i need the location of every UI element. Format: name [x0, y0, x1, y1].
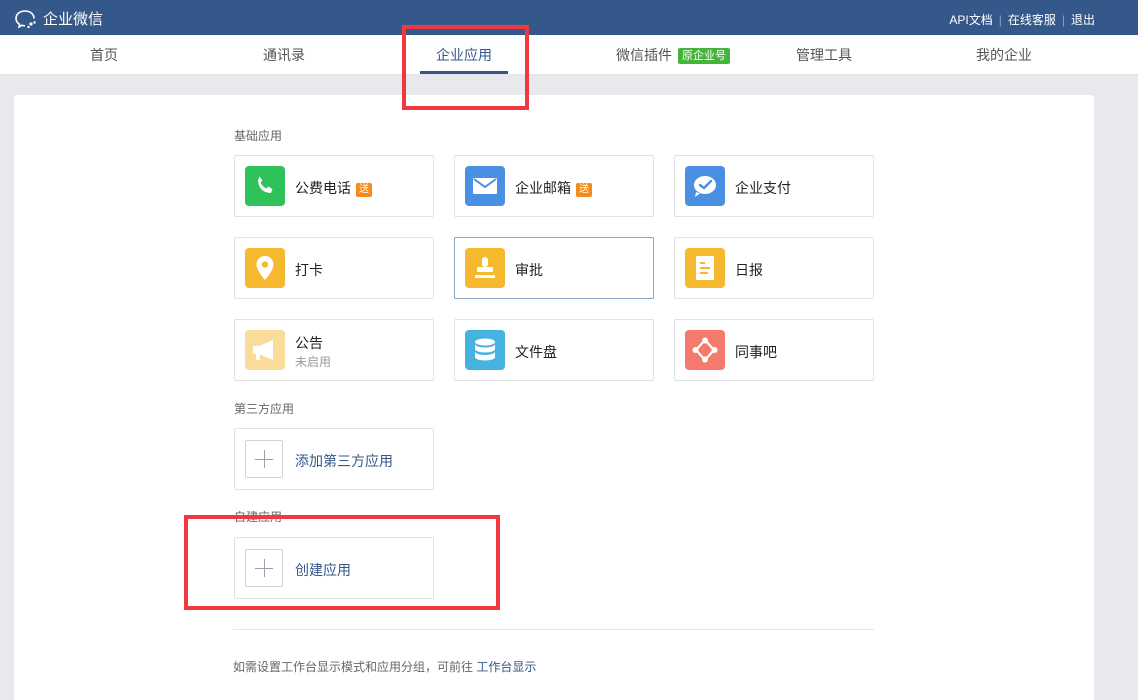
megaphone-icon	[245, 330, 285, 370]
online-support-link[interactable]: 在线客服	[1008, 11, 1056, 28]
stamp-icon	[465, 248, 505, 288]
phone-icon	[245, 166, 285, 206]
nav-home[interactable]: 首页	[90, 35, 118, 75]
divider	[233, 629, 874, 630]
app-name: 企业支付	[735, 180, 791, 196]
location-pin-icon	[245, 248, 285, 288]
network-icon	[685, 330, 725, 370]
plus-icon	[245, 440, 283, 478]
highlight-box	[402, 25, 529, 110]
gift-badge: 送	[356, 183, 372, 197]
add-third-party-app-button[interactable]: 添加第三方应用	[234, 428, 434, 490]
app-name: 公费电话送	[295, 178, 372, 198]
report-icon	[685, 248, 725, 288]
app-card-file-disk[interactable]: 文件盘	[454, 319, 654, 381]
app-name: 打卡	[295, 262, 323, 278]
highlight-box	[184, 515, 500, 610]
app-card-public-phone[interactable]: 公费电话送	[234, 155, 434, 217]
app-name: 公告	[295, 335, 323, 351]
app-name: 同事吧	[735, 344, 777, 360]
section-third-party-apps: 第三方应用	[234, 402, 295, 416]
nav-wechat-plugin-label: 微信插件	[616, 47, 672, 63]
app-card-checkin[interactable]: 打卡	[234, 237, 434, 299]
brand-logo[interactable]: 企业微信	[15, 8, 103, 29]
separator: |	[998, 12, 1002, 27]
main-nav: 首页 通讯录 企业应用 微信插件 原企业号 管理工具 我的企业	[0, 35, 1138, 75]
logout-link[interactable]: 退出	[1071, 11, 1095, 28]
nav-admin-tools[interactable]: 管理工具	[796, 35, 852, 75]
app-card-enterprise-pay[interactable]: 企业支付	[674, 155, 874, 217]
api-docs-link[interactable]: API文档	[949, 11, 992, 28]
gift-badge: 送	[576, 183, 592, 197]
mail-icon	[465, 166, 505, 206]
workbench-display-link[interactable]: 工作台显示	[476, 660, 536, 674]
section-basic-apps: 基础应用	[234, 129, 283, 143]
wecom-logo-icon	[15, 9, 36, 29]
add-third-party-label: 添加第三方应用	[295, 453, 393, 469]
pay-icon	[685, 166, 725, 206]
app-name: 日报	[735, 262, 763, 278]
brand-name: 企业微信	[43, 11, 104, 28]
app-name: 企业邮箱送	[515, 178, 592, 198]
app-card-announcement[interactable]: 公告 未启用	[234, 319, 434, 381]
nav-my-enterprise[interactable]: 我的企业	[976, 35, 1032, 75]
app-card-daily-report[interactable]: 日报	[674, 237, 874, 299]
separator: |	[1061, 12, 1065, 27]
app-card-approval[interactable]: 审批	[454, 237, 654, 299]
app-name: 文件盘	[515, 344, 557, 360]
top-bar: 企业微信 API文档 | 在线客服 | 退出	[0, 0, 1138, 35]
nav-wechat-plugin[interactable]: 微信插件 原企业号	[616, 35, 730, 75]
nav-contacts[interactable]: 通讯录	[263, 35, 305, 75]
app-card-enterprise-mail[interactable]: 企业邮箱送	[454, 155, 654, 217]
legacy-badge: 原企业号	[678, 48, 730, 64]
app-status: 未启用	[295, 355, 332, 369]
database-icon	[465, 330, 505, 370]
app-name: 审批	[515, 262, 543, 278]
top-links: API文档 | 在线客服 | 退出	[949, 11, 1095, 28]
app-card-colleague-bar[interactable]: 同事吧	[674, 319, 874, 381]
footer-note: 如需设置工作台显示模式和应用分组，可前往 工作台显示	[233, 660, 537, 674]
